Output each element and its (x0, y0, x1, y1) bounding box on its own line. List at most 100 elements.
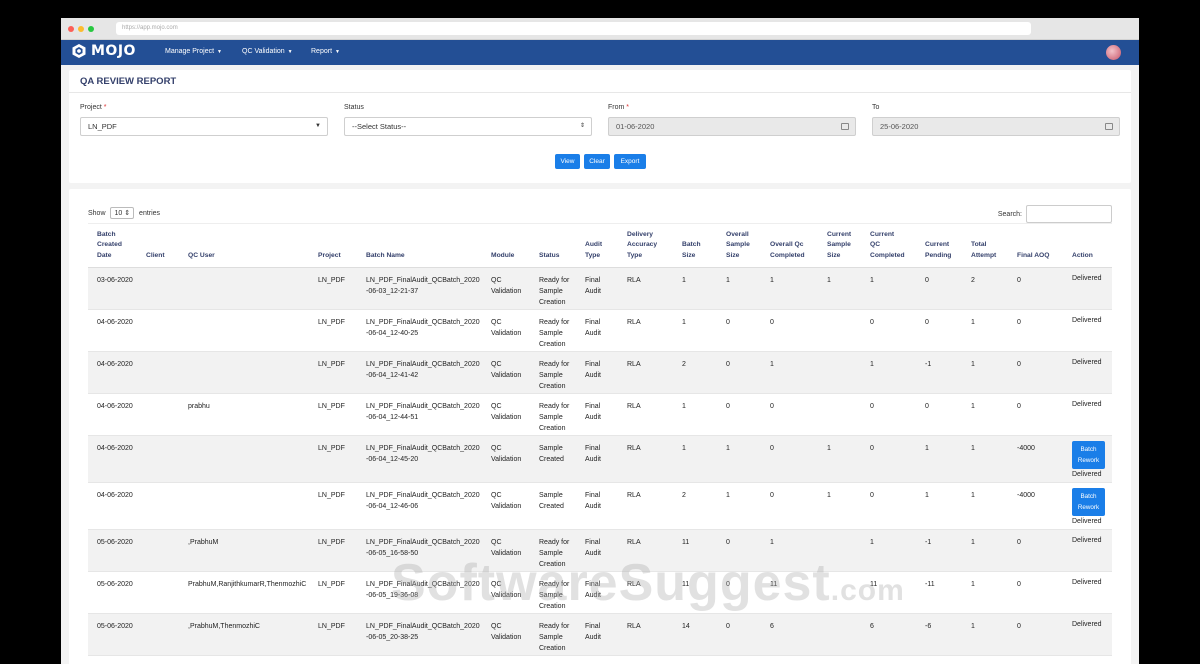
input-value: 25-06-2020 (880, 122, 919, 131)
status-select[interactable]: --Select Status-- ⇕ (344, 117, 592, 136)
required-mark: * (103, 104, 107, 111)
cell-batch-created-date: 04-06-2020 (97, 445, 133, 452)
cell-audit-type: Final Audit (585, 445, 601, 463)
cell-module: QC Validation (491, 539, 522, 557)
cell-overall-qc-completed: 0 (770, 492, 774, 499)
cell-overall-qc-completed: 1 (770, 361, 774, 368)
report-table-card: Show 10 ⇕ entries Search: Batch Created … (69, 189, 1131, 664)
qa-report-table: Batch Created Date Client QC User Project Ba… (88, 223, 1112, 656)
col-overall-qc-completed-header[interactable]: Overall Qc Completed (770, 240, 805, 261)
cell-delivery-accuracy-type: RLA (627, 277, 641, 284)
cell-total-attempt: 1 (971, 403, 975, 410)
cell-module: QC Validation (491, 492, 522, 510)
cell-project: LN_PDF (318, 361, 345, 368)
cell-total-attempt: 1 (971, 623, 975, 630)
table-body: 03-06-2020 LN_PDF LN_PDF_FinalAudit_QCBatc… (88, 268, 1112, 656)
top-navbar: MOJO Manage Project ▼ QC Validation ▼ Repo… (61, 40, 1139, 65)
col-qc-user-header[interactable]: QC User (188, 251, 215, 262)
col-delivery-accuracy-type-header[interactable]: Delivery Accuracy Type (627, 230, 657, 262)
col-batch-created-date-header[interactable]: Batch Created Date (97, 230, 122, 262)
cell-audit-type: Final Audit (585, 361, 601, 379)
col-batch-size-header[interactable]: Batch Size (682, 240, 701, 261)
cell-batch-size: 1 (682, 277, 686, 284)
delivered-status: Delivered (1072, 317, 1102, 324)
cell-overall-qc-completed: 11 (770, 581, 778, 588)
from-date-input[interactable]: 01-06-2020 (608, 117, 856, 136)
user-avatar[interactable] (1106, 45, 1121, 60)
col-audit-type-header[interactable]: Audit Type (585, 240, 602, 261)
address-bar[interactable]: https://app.mojo.com (116, 22, 1031, 35)
close-window-icon[interactable] (68, 26, 74, 32)
cell-final-aoq: 0 (1017, 623, 1021, 630)
search-input[interactable] (1026, 205, 1112, 223)
maximize-window-icon[interactable] (88, 26, 94, 32)
cell-current-pending: -6 (925, 623, 932, 630)
batch-name-line: LN_PDF_FinalAudit_QCBatch_2020 (366, 623, 480, 630)
batch-rework-button[interactable]: Batch Rework (1072, 441, 1105, 469)
delivered-status: Delivered (1072, 275, 1102, 282)
cell-overall-sample-size: 0 (726, 623, 730, 630)
search-label: Search: (997, 210, 1022, 218)
calendar-icon[interactable] (841, 123, 849, 130)
cell-project: LN_PDF (318, 539, 345, 546)
cell-module: QC Validation (491, 361, 522, 379)
cell-batch-size: 2 (682, 361, 686, 368)
col-final-aoq-header[interactable]: Final AOQ (1017, 251, 1049, 262)
cell-total-attempt: 2 (971, 277, 975, 284)
cell-qc-user: ,PrabhuM (188, 539, 219, 546)
cell-batch-size: 1 (682, 445, 686, 452)
sort-arrows-icon: ⇕ (579, 123, 585, 129)
col-action-header[interactable]: Action (1072, 251, 1093, 262)
cell-project: LN_PDF (318, 492, 345, 499)
menu-label: Manage Project (165, 48, 215, 55)
batch-name-line: -06-05_19-36-08 (366, 592, 419, 599)
cell-batch-size: 14 (682, 623, 690, 630)
cell-current-qc-completed: 1 (870, 277, 874, 284)
cell-total-attempt: 1 (971, 445, 975, 452)
col-project-header[interactable]: Project (318, 251, 341, 262)
calendar-icon[interactable] (1105, 123, 1113, 130)
col-batch-name-header[interactable]: Batch Name (366, 251, 405, 262)
col-current-qc-completed-header[interactable]: Current QC Completed (870, 230, 905, 262)
cell-current-qc-completed: 0 (870, 492, 874, 499)
cell-batch-size: 1 (682, 403, 686, 410)
menu-report[interactable]: Report ▼ (311, 48, 340, 55)
app-logo[interactable]: MOJO (71, 43, 136, 59)
cell-batch-created-date: 05-06-2020 (97, 581, 133, 588)
export-button[interactable]: Export (614, 154, 646, 169)
cell-status: Ready for Sample Creation (539, 623, 570, 652)
col-overall-sample-size-header[interactable]: Overall Sample Size (726, 230, 750, 262)
project-label: Project * (80, 104, 106, 111)
minimize-window-icon[interactable] (78, 26, 84, 32)
entries-select[interactable]: 10 ⇕ (110, 207, 135, 219)
menu-manage-project[interactable]: Manage Project ▼ (165, 48, 222, 55)
cell-total-attempt: 1 (971, 492, 975, 499)
batch-rework-button[interactable]: Batch Rework (1072, 488, 1105, 516)
col-client-header[interactable]: Client (146, 251, 165, 262)
cell-current-pending: 1 (925, 492, 929, 499)
cell-total-attempt: 1 (971, 539, 975, 546)
cell-project: LN_PDF (318, 623, 345, 630)
batch-name-line: -06-03_12-21-37 (366, 288, 419, 295)
view-button[interactable]: View (555, 154, 580, 169)
col-current-pending-header[interactable]: Current Pending (925, 240, 951, 261)
cell-current-qc-completed: 11 (870, 581, 878, 588)
col-module-header[interactable]: Module (491, 251, 514, 262)
cell-current-pending: -1 (925, 361, 932, 368)
menu-label: Report (311, 48, 333, 55)
cell-overall-qc-completed: 1 (770, 539, 774, 546)
project-select[interactable]: LN_PDF ▼ (80, 117, 328, 136)
cell-qc-user: prabhu (188, 403, 210, 410)
menu-qc-validation[interactable]: QC Validation ▼ (242, 48, 293, 55)
col-current-sample-size-header[interactable]: Current Sample Size (827, 230, 851, 262)
col-status-header[interactable]: Status (539, 251, 559, 262)
cell-module: QC Validation (491, 581, 522, 599)
cell-status: Ready for Sample Creation (539, 581, 570, 610)
clear-button[interactable]: Clear (584, 154, 610, 169)
to-date-input[interactable]: 25-06-2020 (872, 117, 1120, 136)
to-label: To (872, 104, 880, 111)
cell-batch-name: LN_PDF_FinalAudit_QCBatch_2020 -06-05_19-… (366, 579, 480, 601)
col-total-attempt-header[interactable]: Total Attempt (971, 240, 996, 261)
cell-delivery-accuracy-type: RLA (627, 319, 641, 326)
cell-overall-qc-completed: 0 (770, 319, 774, 326)
